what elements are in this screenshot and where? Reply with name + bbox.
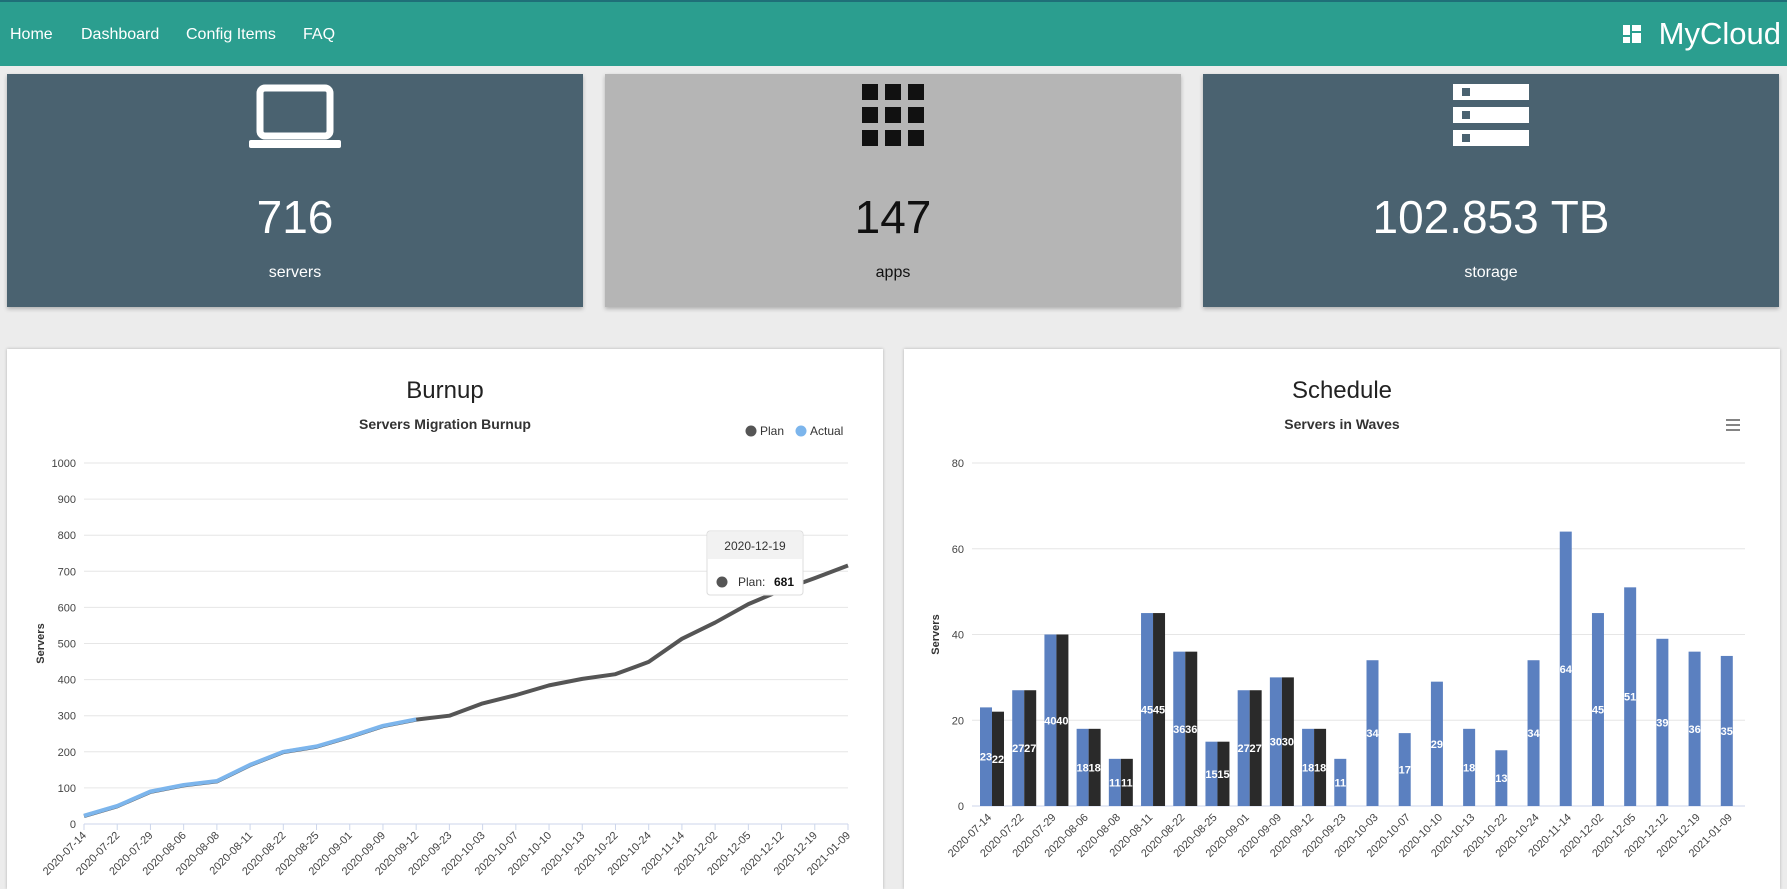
y-tick-label: 300	[58, 711, 76, 723]
y-tick-label: 800	[58, 530, 76, 542]
bar-data-label: 23	[980, 752, 992, 764]
servers-label: servers	[268, 264, 322, 281]
nav-faq-link[interactable]: FAQ	[303, 26, 335, 44]
plan-series-line	[83, 563, 849, 818]
schedule-chart: Servers in Waves020406080Servers23 222020…	[930, 416, 1745, 860]
tooltip-value: 681	[774, 575, 794, 589]
bar-data-label: 45	[1153, 705, 1165, 717]
y-tick-label: 200	[58, 747, 76, 759]
bar-data-label: 11	[1121, 777, 1133, 789]
bar-data-label: 15	[1217, 769, 1229, 781]
bar-data-label: 29	[1431, 739, 1443, 751]
burnup-chart-title: Servers Migration Burnup	[359, 416, 531, 432]
tooltip-date: 2020-12-19	[724, 539, 786, 553]
server-rack-icon	[1453, 84, 1529, 146]
y-tick-label: 80	[952, 458, 964, 470]
bar-data-label: 13	[1495, 773, 1507, 785]
nav-dashboard-link[interactable]: Dashboard	[81, 26, 159, 44]
bar-data-label: 11	[1109, 777, 1121, 789]
y-tick-label: 1000	[52, 458, 76, 470]
servers-count: 716	[256, 191, 334, 243]
bar-data-label: 11	[1334, 777, 1346, 789]
legend-actual-marker	[795, 425, 807, 437]
hamburger-menu-icon[interactable]	[1726, 419, 1740, 431]
bar-data-label: 35	[1721, 726, 1733, 738]
y-tick-label: 600	[58, 602, 76, 614]
y-tick-label: 700	[58, 566, 76, 578]
burnup-panel: Burnup Servers Migration Burnup 0 100 200 30…	[7, 349, 883, 889]
y-tick-label: 500	[58, 639, 76, 651]
bar-data-label: 30	[1270, 737, 1282, 749]
bar-data-label: 45	[1592, 705, 1604, 717]
apps-card: 147 apps	[605, 74, 1181, 307]
bar-data-label: 18	[1089, 762, 1101, 774]
storage-amount: 102.853 TB	[1372, 191, 1610, 243]
bar-data-label: 15	[1205, 769, 1217, 781]
bar-data-label: 40	[1044, 715, 1056, 727]
bar-data-label: 45	[1141, 705, 1153, 717]
y-axis-title: Servers	[930, 614, 942, 654]
bar-data-label: 51	[1624, 692, 1636, 704]
bar-data-label: 22	[992, 754, 1004, 766]
legend-actual-label[interactable]: Actual	[810, 424, 843, 438]
bar-data-label: 36	[1185, 724, 1197, 736]
schedule-panel: Schedule Servers in Waves 0 20 40 60 80 Server…	[904, 349, 1780, 889]
storage-card: 102.853 TB storage	[1203, 74, 1779, 307]
y-tick-label: 900	[58, 494, 76, 506]
nav-config-items-link[interactable]: Config Items	[186, 26, 276, 44]
bar-data-label: 27	[1250, 743, 1262, 755]
bar-data-label: 27	[1238, 743, 1250, 755]
brand-name: MyCloud	[1658, 16, 1781, 51]
tooltip-series: Plan:	[738, 575, 765, 589]
bar-data-label: 17	[1399, 765, 1411, 777]
dashboard-grid-icon	[1622, 25, 1641, 43]
bar-data-label: 36	[1688, 724, 1700, 736]
legend-plan-label[interactable]: Plan	[760, 424, 784, 438]
y-axis-title: Servers	[35, 623, 47, 663]
top-navbar: Home Dashboard Config Items FAQ MyCloud	[0, 0, 1787, 66]
bar-data-label: 40	[1056, 715, 1068, 727]
legend-plan-marker	[745, 425, 757, 437]
bar-data-label: 64	[1560, 664, 1573, 676]
bar-data-label: 39	[1656, 717, 1668, 729]
apps-count: 147	[854, 191, 932, 243]
bar-data-label: 36	[1173, 724, 1185, 736]
y-tick-label: 0	[958, 801, 964, 813]
y-tick-label: 40	[952, 630, 964, 642]
servers-card: 716 servers	[7, 74, 583, 307]
tooltip-marker	[716, 576, 728, 588]
apps-grid-icon	[862, 84, 924, 146]
laptop-icon	[249, 84, 341, 148]
storage-label: storage	[1464, 264, 1518, 281]
bar-data-label: 27	[1012, 743, 1024, 755]
y-tick-label: 100	[58, 783, 76, 795]
bar-data-label: 18	[1314, 762, 1326, 774]
burnup-chart: Servers Migration Burnup 0 100 200 300 400 500…	[35, 416, 853, 878]
y-tick-label: 0	[70, 819, 76, 831]
schedule-chart-title: Servers in Waves	[1284, 416, 1400, 432]
y-tick-label: 400	[58, 675, 76, 687]
bar-data-label: 27	[1024, 743, 1036, 755]
y-tick-label: 60	[952, 544, 964, 556]
brand[interactable]: MyCloud	[1622, 16, 1781, 52]
bar-data-label: 30	[1282, 737, 1294, 749]
bar-data-label: 34	[1366, 728, 1379, 740]
y-tick-label: 20	[952, 715, 964, 727]
bar-data-label: 34	[1527, 728, 1540, 740]
apps-label: apps	[875, 264, 911, 281]
bar-data-label: 18	[1077, 762, 1089, 774]
bar-data-label: 18	[1463, 762, 1475, 774]
nav-home-link[interactable]: Home	[10, 26, 53, 44]
bar-data-label: 18	[1302, 762, 1314, 774]
